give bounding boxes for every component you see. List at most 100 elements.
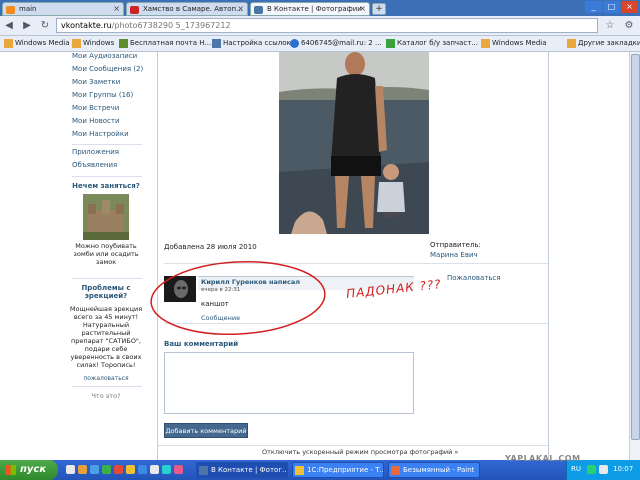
complain-link[interactable]: Пожаловаться xyxy=(447,274,501,282)
bookmark-free-mail[interactable]: Бесплатная почта Н... xyxy=(119,39,211,48)
page-content: Мои Аудиозаписи Мои Сообщения (2) Мои За… xyxy=(0,52,640,460)
divider xyxy=(158,445,548,446)
1c-icon xyxy=(295,466,304,475)
scrollbar[interactable] xyxy=(629,52,640,460)
reload-button[interactable]: ↻ xyxy=(38,19,52,33)
close-icon[interactable]: × xyxy=(237,4,244,13)
watermark: YAPLAKAL.COM xyxy=(505,454,581,463)
quicklaunch-icon[interactable] xyxy=(114,465,123,474)
nav-divider xyxy=(72,144,142,145)
browser-tab-bar: main × Хамство в Самаре. Автоп... × В Ко… xyxy=(0,0,640,16)
address-toolbar: ◀ ▶ ↻ vkontakte.ru/photo6738290 5_173967… xyxy=(0,16,640,36)
tray-icon[interactable] xyxy=(599,465,608,474)
bookmark-windows[interactable]: Windows xyxy=(72,39,114,48)
windows-taskbar: пуск В Контакте | Фотог... 1С:Предприяти… xyxy=(0,460,640,480)
start-button[interactable]: пуск xyxy=(0,460,58,480)
url-path: /photo6738290 5_173967212 xyxy=(111,21,231,30)
windows-logo-icon xyxy=(5,465,16,475)
mail-icon xyxy=(290,39,299,48)
bookmark-windows-media-2[interactable]: Windows Media xyxy=(481,39,547,48)
quicklaunch-icon[interactable] xyxy=(78,465,87,474)
tray-icon[interactable] xyxy=(587,465,596,474)
quicklaunch-icon[interactable] xyxy=(138,465,147,474)
nav-messages[interactable]: Мои Сообщения (2) xyxy=(72,65,143,73)
bookmark-parts-catalog[interactable]: Каталог б/у запчаст... xyxy=(386,39,478,48)
url-host: vkontakte.ru xyxy=(61,21,112,30)
quicklaunch-icon[interactable] xyxy=(162,465,171,474)
ad-text: Можно поубивать зомби или осадить замок xyxy=(73,242,139,266)
ad-text: Мощнейшая эрекция всего за 45 минут! Нат… xyxy=(69,305,143,369)
bookmark-mail[interactable]: 6406745@mail.ru: 2 ... xyxy=(290,39,382,48)
nav-groups[interactable]: Мои Группы (16) xyxy=(72,91,133,99)
nav-events[interactable]: Мои Встречи xyxy=(72,104,119,112)
nav-apps[interactable]: Приложения xyxy=(72,148,119,156)
folder-icon xyxy=(481,39,490,48)
folder-icon xyxy=(4,39,13,48)
ad-zombie[interactable]: Нечем заняться? Можно поубивать зомби ил… xyxy=(68,182,144,266)
site-icon xyxy=(212,39,221,48)
tab-hamstvo[interactable]: Хамство в Самаре. Автоп... × xyxy=(126,2,248,16)
nav-divider xyxy=(72,176,142,177)
bookmarks-bar: Windows Media Windows Бесплатная почта Н… xyxy=(0,36,640,52)
close-icon[interactable]: × xyxy=(113,4,120,13)
taskbar-item-paint[interactable]: Безымянный - Paint xyxy=(388,462,480,478)
nav-divider xyxy=(72,278,142,279)
site-icon xyxy=(386,39,395,48)
sender-label: Отправитель: xyxy=(430,241,481,249)
close-icon[interactable]: × xyxy=(359,4,366,13)
ad-complain-link[interactable]: пожаловаться xyxy=(68,375,144,383)
quicklaunch-icon[interactable] xyxy=(90,465,99,474)
bookmark-link-settings[interactable]: Настройка ссылок xyxy=(212,39,291,48)
minimize-button[interactable]: _ xyxy=(585,1,602,13)
bookmark-other[interactable]: Другие закладки xyxy=(567,39,640,48)
castle-image xyxy=(83,194,129,240)
photo-added-date: Добавлена 28 июля 2010 xyxy=(164,243,257,251)
quicklaunch-icon[interactable] xyxy=(66,465,75,474)
quicklaunch-icon[interactable] xyxy=(126,465,135,474)
tab-vkontakte[interactable]: В Контакте | Фотографии × xyxy=(250,2,370,16)
maximize-button[interactable]: □ xyxy=(603,1,620,13)
tab-main[interactable]: main × xyxy=(2,2,124,16)
address-bar[interactable]: vkontakte.ru/photo6738290 5_173967212 xyxy=(56,18,598,33)
site-icon xyxy=(130,6,139,14)
folder-icon xyxy=(72,39,81,48)
fast-view-toggle-link[interactable]: Отключить ускоренный режим просмотра фот… xyxy=(262,448,458,456)
ad-title: Проблемы с эрекцией? xyxy=(81,284,131,300)
what-is-this-link[interactable]: Что это? xyxy=(68,392,144,400)
site-icon xyxy=(119,39,128,48)
new-tab-button[interactable]: + xyxy=(372,3,386,15)
wrench-icon[interactable]: ⚙ xyxy=(622,19,636,33)
nav-settings[interactable]: Мои Настройки xyxy=(72,130,129,138)
taskbar-item-1c[interactable]: 1С:Предприятие - Т... xyxy=(292,462,384,478)
ad-title: Нечем заняться? xyxy=(72,182,140,190)
system-tray: RU 10:07 xyxy=(566,460,640,480)
language-indicator[interactable]: RU xyxy=(571,465,581,473)
add-comment-button[interactable]: Добавить комментарий xyxy=(164,423,248,438)
red-annotation xyxy=(150,261,326,335)
bookmark-windows-media[interactable]: Windows Media xyxy=(4,39,70,48)
scrollbar-thumb[interactable] xyxy=(631,54,640,440)
nav-ads[interactable]: Объявления xyxy=(72,161,117,169)
quicklaunch-icon[interactable] xyxy=(174,465,183,474)
star-icon[interactable]: ☆ xyxy=(603,19,617,33)
folder-icon xyxy=(567,39,576,48)
mail-icon xyxy=(6,6,15,14)
nav-news[interactable]: Мои Новости xyxy=(72,117,120,125)
comment-form-label: Ваш комментарий xyxy=(164,340,239,348)
quicklaunch-icon[interactable] xyxy=(150,465,159,474)
browser-icon xyxy=(199,466,208,475)
paint-icon xyxy=(391,466,400,475)
nav-divider xyxy=(72,386,142,387)
nav-notes[interactable]: Мои Заметки xyxy=(72,78,120,86)
nav-audio[interactable]: Мои Аудиозаписи xyxy=(72,52,137,60)
comment-input[interactable] xyxy=(164,352,414,414)
close-window-button[interactable]: × xyxy=(621,1,638,13)
vk-icon xyxy=(254,6,263,14)
photo[interactable] xyxy=(279,52,429,234)
back-button[interactable]: ◀ xyxy=(2,19,16,33)
ad-erection[interactable]: Проблемы с эрекцией? Мощнейшая эрекция в… xyxy=(68,284,144,383)
forward-button[interactable]: ▶ xyxy=(20,19,34,33)
quicklaunch-icon[interactable] xyxy=(102,465,111,474)
clock: 10:07 xyxy=(613,465,634,473)
taskbar-item-browser[interactable]: В Контакте | Фотог... xyxy=(196,462,288,478)
